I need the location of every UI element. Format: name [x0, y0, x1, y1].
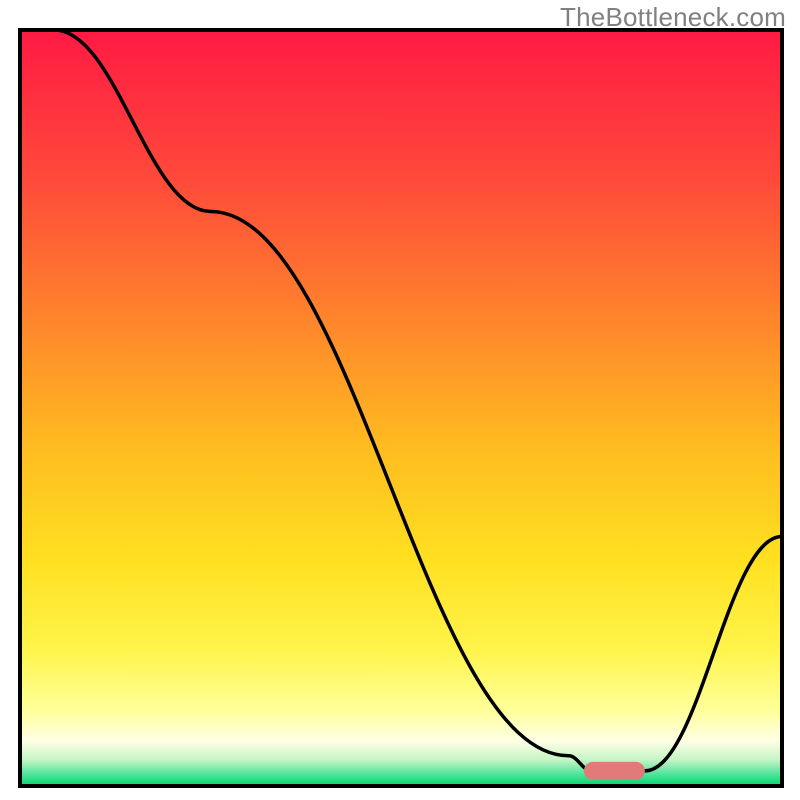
highlight-range-bar — [584, 762, 645, 780]
chart-svg — [0, 0, 800, 800]
chart-container: TheBottleneck.com — [0, 0, 800, 800]
chart-background-gradient — [20, 30, 782, 786]
